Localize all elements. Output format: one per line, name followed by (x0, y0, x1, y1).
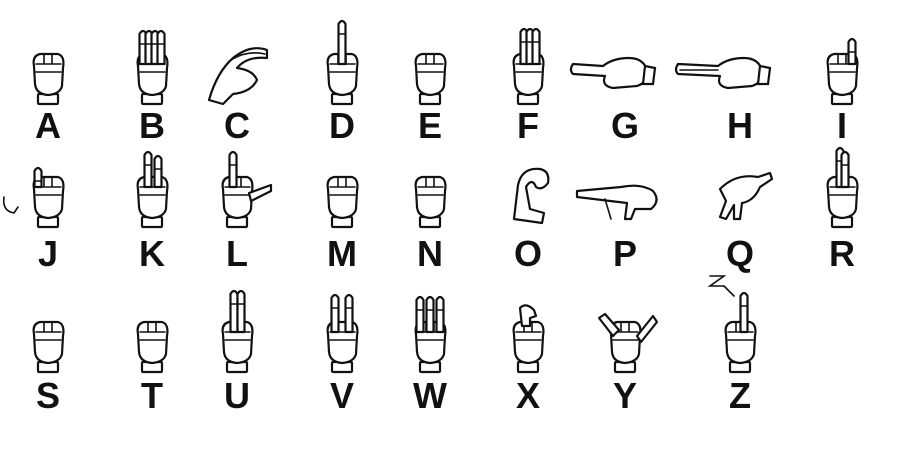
letter-label-n: N (417, 233, 443, 274)
asl-alphabet-chart: A B C D E F G H I J K L M N O P Q R S T U V W X Y Z (2, 19, 859, 416)
letter-label-u: U (224, 375, 250, 416)
letter-label-t: T (141, 375, 163, 416)
sign-hand-z (707, 275, 757, 374)
letter-label-a: A (35, 105, 61, 146)
sign-hand-r (826, 146, 859, 229)
letter-label-p: P (613, 233, 637, 274)
letter-label-k: K (139, 233, 165, 274)
sign-hand-l (221, 150, 273, 229)
sign-hand-k (136, 150, 169, 229)
sign-hand-m (326, 175, 359, 229)
letter-label-y: Y (613, 375, 637, 416)
letter-label-d: D (329, 105, 355, 146)
letter-label-g: G (611, 105, 639, 146)
letter-label-s: S (36, 375, 60, 416)
sign-hand-a (32, 52, 65, 106)
sign-hand-c (207, 47, 269, 106)
sign-hand-p (575, 184, 658, 221)
letter-label-o: O (514, 233, 542, 274)
sign-hand-i (826, 37, 859, 106)
sign-hand-j (2, 166, 65, 229)
letter-label-w: W (413, 375, 447, 416)
sign-hand-x (512, 304, 545, 374)
letter-label-i: I (837, 105, 847, 146)
letter-label-j: J (38, 233, 58, 274)
sign-hand-b (136, 29, 169, 106)
letter-label-z: Z (729, 375, 751, 416)
sign-hand-n (414, 175, 447, 229)
sign-hand-o (512, 167, 550, 225)
letter-label-h: H (727, 105, 753, 146)
sign-hand-y (597, 312, 659, 374)
sign-hand-t (136, 320, 169, 374)
letter-label-m: M (327, 233, 357, 274)
sign-hand-d (326, 19, 359, 106)
letter-label-e: E (418, 105, 442, 146)
letter-label-q: Q (726, 233, 754, 274)
letter-label-x: X (516, 375, 540, 416)
sign-hand-f (512, 27, 545, 106)
letter-label-v: V (330, 375, 354, 416)
letter-label-c: C (224, 105, 250, 146)
sign-hand-w (414, 295, 447, 374)
sign-hand-s (32, 320, 65, 374)
letter-label-l: L (226, 233, 248, 274)
letter-label-b: B (139, 105, 165, 146)
sign-hand-q (718, 171, 774, 221)
sign-hand-g (569, 56, 657, 90)
sign-hand-v (326, 293, 359, 374)
sign-hand-u (221, 289, 254, 374)
sign-hand-h (674, 56, 772, 90)
letter-label-r: R (829, 233, 855, 274)
letter-label-f: F (517, 105, 539, 146)
sign-hand-e (414, 52, 447, 106)
